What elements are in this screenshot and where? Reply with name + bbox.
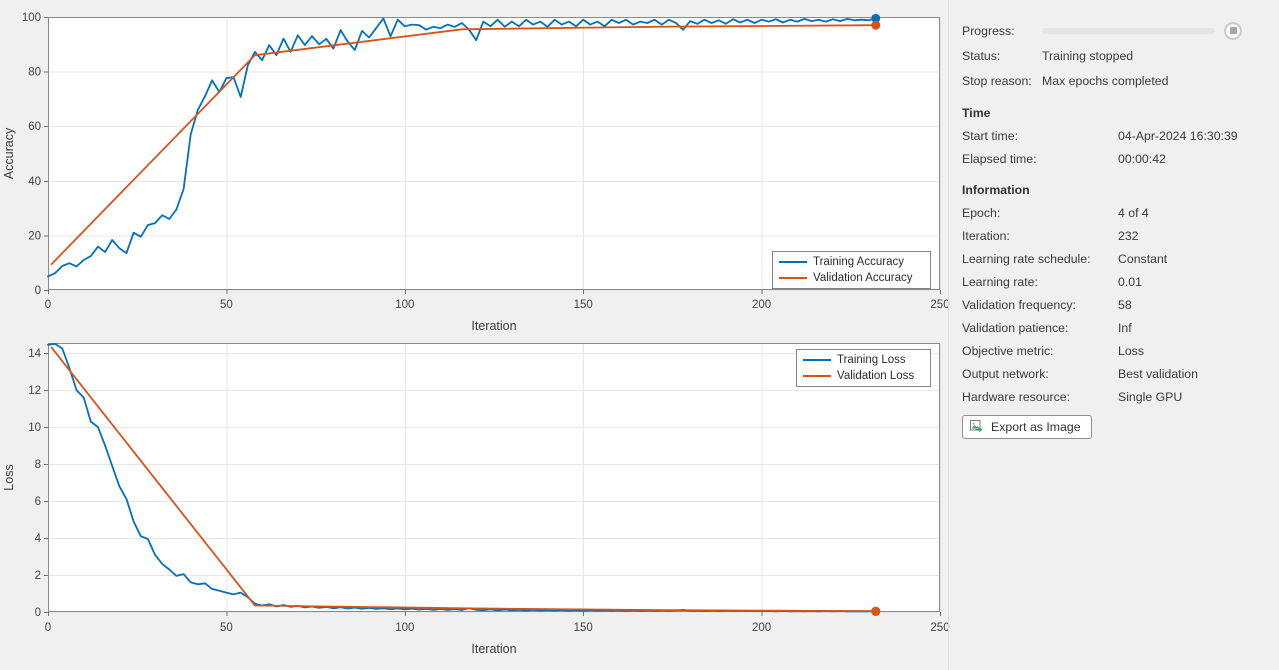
validation-loss-line-swatch-icon [803, 375, 831, 377]
svg-text:8: 8 [35, 459, 41, 471]
svg-text:Iteration: Iteration [471, 319, 516, 333]
legend-label: Validation Loss [837, 370, 914, 382]
learning-rate-schedule-label: Learning rate schedule: [962, 252, 1118, 266]
legend-label: Validation Accuracy [813, 272, 913, 284]
svg-text:14: 14 [28, 348, 41, 360]
svg-text:200: 200 [752, 622, 771, 634]
validation-frequency-value: 58 [1118, 298, 1132, 312]
iteration-row: Iteration: 232 [962, 224, 1279, 247]
export-as-image-label: Export as Image [991, 420, 1081, 434]
svg-text:100: 100 [395, 622, 414, 634]
svg-text:10: 10 [28, 422, 41, 434]
svg-text:2: 2 [35, 570, 41, 582]
svg-text:200: 200 [752, 299, 771, 311]
elapsed-time-label: Elapsed time: [962, 152, 1118, 166]
export-image-icon [969, 419, 985, 435]
time-section-header: Time [962, 101, 1279, 124]
learning-rate-schedule-value: Constant [1118, 252, 1167, 266]
training-loss-line-swatch-icon [803, 359, 831, 361]
output-network-row: Output network: Best validation [962, 362, 1279, 385]
export-as-image-button[interactable]: Export as Image [962, 415, 1092, 439]
svg-text:4: 4 [35, 533, 42, 545]
start-time-row: Start time: 04-Apr-2024 16:30:39 [962, 124, 1279, 147]
learning-rate-schedule-row: Learning rate schedule: Constant [962, 247, 1279, 270]
accuracy-legend[interactable]: Training Accuracy Validation Accuracy [772, 251, 931, 289]
hardware-resource-label: Hardware resource: [962, 390, 1118, 404]
svg-text:250: 250 [930, 299, 949, 311]
svg-text:6: 6 [35, 496, 41, 508]
iteration-label: Iteration: [962, 229, 1118, 243]
objective-metric-row: Objective metric: Loss [962, 339, 1279, 362]
epoch-value: 4 of 4 [1118, 206, 1149, 220]
training-info-panel: Progress: Status: Training stopped Stop … [948, 0, 1279, 670]
svg-text:100: 100 [22, 12, 41, 24]
svg-text:20: 20 [28, 230, 41, 242]
svg-text:Loss: Loss [2, 464, 16, 490]
svg-text:Iteration: Iteration [471, 642, 516, 656]
legend-row: Validation Loss [803, 369, 922, 383]
svg-text:50: 50 [220, 299, 233, 311]
epoch-row: Epoch: 4 of 4 [962, 201, 1279, 224]
progress-label: Progress: [962, 24, 1042, 38]
validation-patience-row: Validation patience: Inf [962, 316, 1279, 339]
training-progress-charts: 050100150200250020406080100IterationAccu… [0, 0, 960, 670]
elapsed-time-row: Elapsed time: 00:00:42 [962, 147, 1279, 170]
validation-patience-value: Inf [1118, 321, 1132, 335]
legend-label: Training Loss [837, 354, 906, 366]
svg-text:80: 80 [28, 67, 41, 79]
svg-text:250: 250 [930, 622, 949, 634]
legend-row: Validation Accuracy [779, 271, 922, 285]
stop-reason-value: Max epochs completed [1042, 74, 1168, 88]
svg-text:100: 100 [395, 299, 414, 311]
learning-rate-row: Learning rate: 0.01 [962, 270, 1279, 293]
validation-frequency-label: Validation frequency: [962, 298, 1118, 312]
hardware-resource-row: Hardware resource: Single GPU [962, 385, 1279, 408]
legend-row: Training Accuracy [779, 255, 922, 269]
svg-text:0: 0 [35, 607, 41, 619]
loss-legend[interactable]: Training Loss Validation Loss [796, 349, 931, 387]
start-time-label: Start time: [962, 129, 1118, 143]
output-network-label: Output network: [962, 367, 1118, 381]
validation-patience-label: Validation patience: [962, 321, 1118, 335]
stop-icon [1230, 27, 1237, 34]
legend-row: Training Loss [803, 353, 922, 367]
status-value: Training stopped [1042, 49, 1133, 63]
stop-reason-row: Stop reason: Max epochs completed [962, 68, 1279, 93]
svg-text:150: 150 [574, 622, 593, 634]
stop-reason-label: Stop reason: [962, 74, 1042, 88]
svg-text:0: 0 [45, 622, 51, 634]
objective-metric-label: Objective metric: [962, 344, 1118, 358]
svg-text:60: 60 [28, 121, 41, 133]
epoch-label: Epoch: [962, 206, 1118, 220]
svg-text:Accuracy: Accuracy [2, 127, 16, 179]
iteration-value: 232 [1118, 229, 1139, 243]
information-section-header: Information [962, 178, 1279, 201]
svg-text:150: 150 [574, 299, 593, 311]
learning-rate-value: 0.01 [1118, 275, 1142, 289]
svg-text:50: 50 [220, 622, 233, 634]
start-time-value: 04-Apr-2024 16:30:39 [1118, 129, 1238, 143]
stop-training-button[interactable] [1224, 22, 1242, 40]
svg-text:40: 40 [28, 176, 41, 188]
hardware-resource-value: Single GPU [1118, 390, 1182, 404]
objective-metric-value: Loss [1118, 344, 1144, 358]
validation-accuracy-line-swatch-icon [779, 277, 807, 279]
validation-frequency-row: Validation frequency: 58 [962, 293, 1279, 316]
svg-text:0: 0 [35, 285, 41, 297]
training-accuracy-line-swatch-icon [779, 261, 807, 263]
svg-text:12: 12 [28, 385, 41, 397]
legend-label: Training Accuracy [813, 256, 904, 268]
progress-bar [1042, 28, 1215, 34]
progress-row: Progress: [962, 18, 1279, 43]
status-label: Status: [962, 49, 1042, 63]
status-row: Status: Training stopped [962, 43, 1279, 68]
learning-rate-label: Learning rate: [962, 275, 1118, 289]
svg-text:0: 0 [45, 299, 51, 311]
elapsed-time-value: 00:00:42 [1118, 152, 1166, 166]
output-network-value: Best validation [1118, 367, 1198, 381]
